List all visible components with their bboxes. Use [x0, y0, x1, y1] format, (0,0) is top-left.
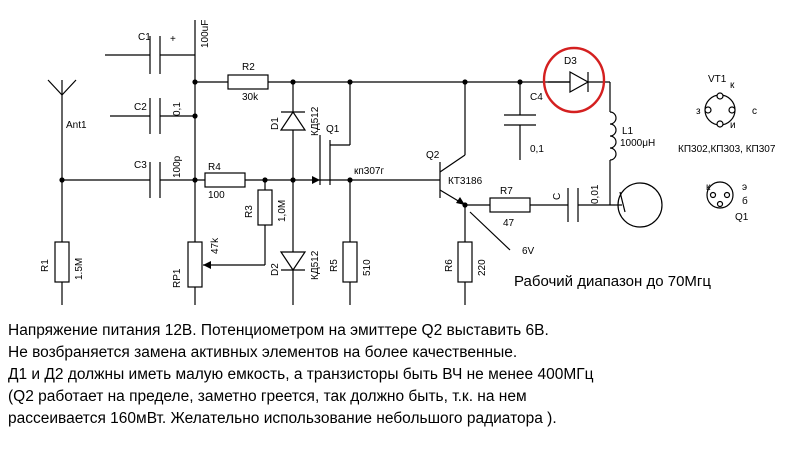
c5-label: C: [552, 193, 563, 200]
output-loop-symbol: [615, 182, 663, 228]
diode-d1: [279, 110, 307, 131]
r7-label: R7: [500, 186, 513, 197]
capacitor-c: [567, 188, 579, 222]
resistor-r4: [204, 172, 246, 188]
r3-value: 1,0M: [277, 200, 288, 222]
rp1-value: 47k: [210, 237, 221, 254]
capacitor-c3: [149, 162, 161, 198]
capacitor-c4: [504, 114, 536, 126]
resistor-r1: [54, 241, 70, 283]
r5-value: 510: [362, 259, 373, 276]
d2-label: D2: [270, 263, 281, 276]
q1-value: кп307г: [354, 166, 384, 177]
inductor-l1: [609, 111, 617, 161]
d2-value: КД512: [310, 250, 321, 280]
r2-label: R2: [242, 62, 255, 73]
note-line: рассеивается 160мВт. Желательно использо…: [8, 410, 557, 427]
vt1-pin-z: з: [696, 106, 701, 117]
vt1-label: VT1: [708, 74, 727, 85]
rp1-label: RP1: [172, 268, 183, 288]
r2-value: 30k: [242, 92, 259, 103]
c5-value: 0,01: [590, 184, 601, 204]
r6-label: R6: [444, 259, 455, 272]
r4-label: R4: [208, 162, 221, 173]
r7-value: 47: [503, 218, 515, 229]
note-line: Д1 и Д2 должны иметь малую емкость, а тр…: [8, 366, 594, 383]
d1-value: КД512: [310, 106, 321, 136]
r1-value: 1.5M: [74, 258, 85, 280]
c2-label: C2: [134, 102, 147, 113]
q2-emitter-arrow: [456, 197, 465, 205]
q1-pinout-label: Q1: [735, 212, 749, 223]
q2-label: Q2: [426, 150, 440, 161]
note-line: Не возбраняется замена активных элементо…: [8, 344, 518, 361]
resistor-r2: [227, 74, 269, 90]
potentiometer-rp1: [187, 241, 211, 288]
l1-value: 1000μH: [620, 138, 655, 149]
c2-value: 0,1: [172, 102, 183, 116]
vt1-pin-s: с: [752, 106, 757, 117]
c4-value: 0,1: [530, 144, 544, 155]
resistor-r6: [457, 241, 473, 283]
c4-label: C4: [530, 92, 543, 103]
d1-label: D1: [270, 117, 281, 130]
c1-label: C1: [138, 32, 151, 43]
capacitor-c1: [149, 36, 161, 74]
c3-value: 100p: [172, 155, 183, 178]
r1-label: R1: [40, 259, 51, 272]
diode-d2: [279, 251, 307, 272]
q1-pinout: [706, 181, 734, 209]
q1-pin-e: э: [742, 182, 747, 193]
c1-value: 100uF: [200, 20, 211, 48]
l1-label: L1: [622, 126, 634, 137]
vt1-pin-i: и: [730, 120, 736, 131]
junctions: [59, 79, 523, 208]
c3-label: C3: [134, 160, 147, 171]
q1-pin-b: б: [742, 195, 748, 207]
r4-value: 100: [208, 190, 225, 201]
q1-pin-k: к: [706, 182, 711, 193]
r3-label: R3: [244, 205, 255, 218]
q1-gate-arrow: [312, 176, 320, 184]
vt1-pin-k: к: [730, 80, 735, 91]
d3-label: D3: [564, 56, 577, 67]
r6-value: 220: [477, 259, 488, 276]
capacitor-c2: [149, 98, 161, 134]
c1-plus: +: [170, 34, 176, 45]
resistor-r5: [342, 241, 358, 283]
ant-label: Ant1: [66, 120, 87, 131]
note-line: Напряжение питания 12В. Потенциометром н…: [8, 322, 549, 339]
q2-value: КТ3186: [448, 176, 483, 187]
diode-d3: [548, 70, 590, 94]
v6-label: 6V: [522, 246, 535, 257]
resistor-r7: [489, 197, 531, 213]
antenna-symbol: [47, 79, 77, 96]
resistor-r3: [257, 189, 273, 226]
note-line: (Q2 работает на пределе, заметно греется…: [8, 388, 527, 405]
q1-label: Q1: [326, 124, 340, 135]
range-caption: Рабочий диапазон до 70Мгц: [514, 273, 711, 290]
notes-block: Напряжение питания 12В. Потенциометром н…: [8, 320, 798, 430]
r5-label: R5: [329, 259, 340, 272]
vt1-types: КП302,КП303, КП307: [678, 144, 776, 155]
